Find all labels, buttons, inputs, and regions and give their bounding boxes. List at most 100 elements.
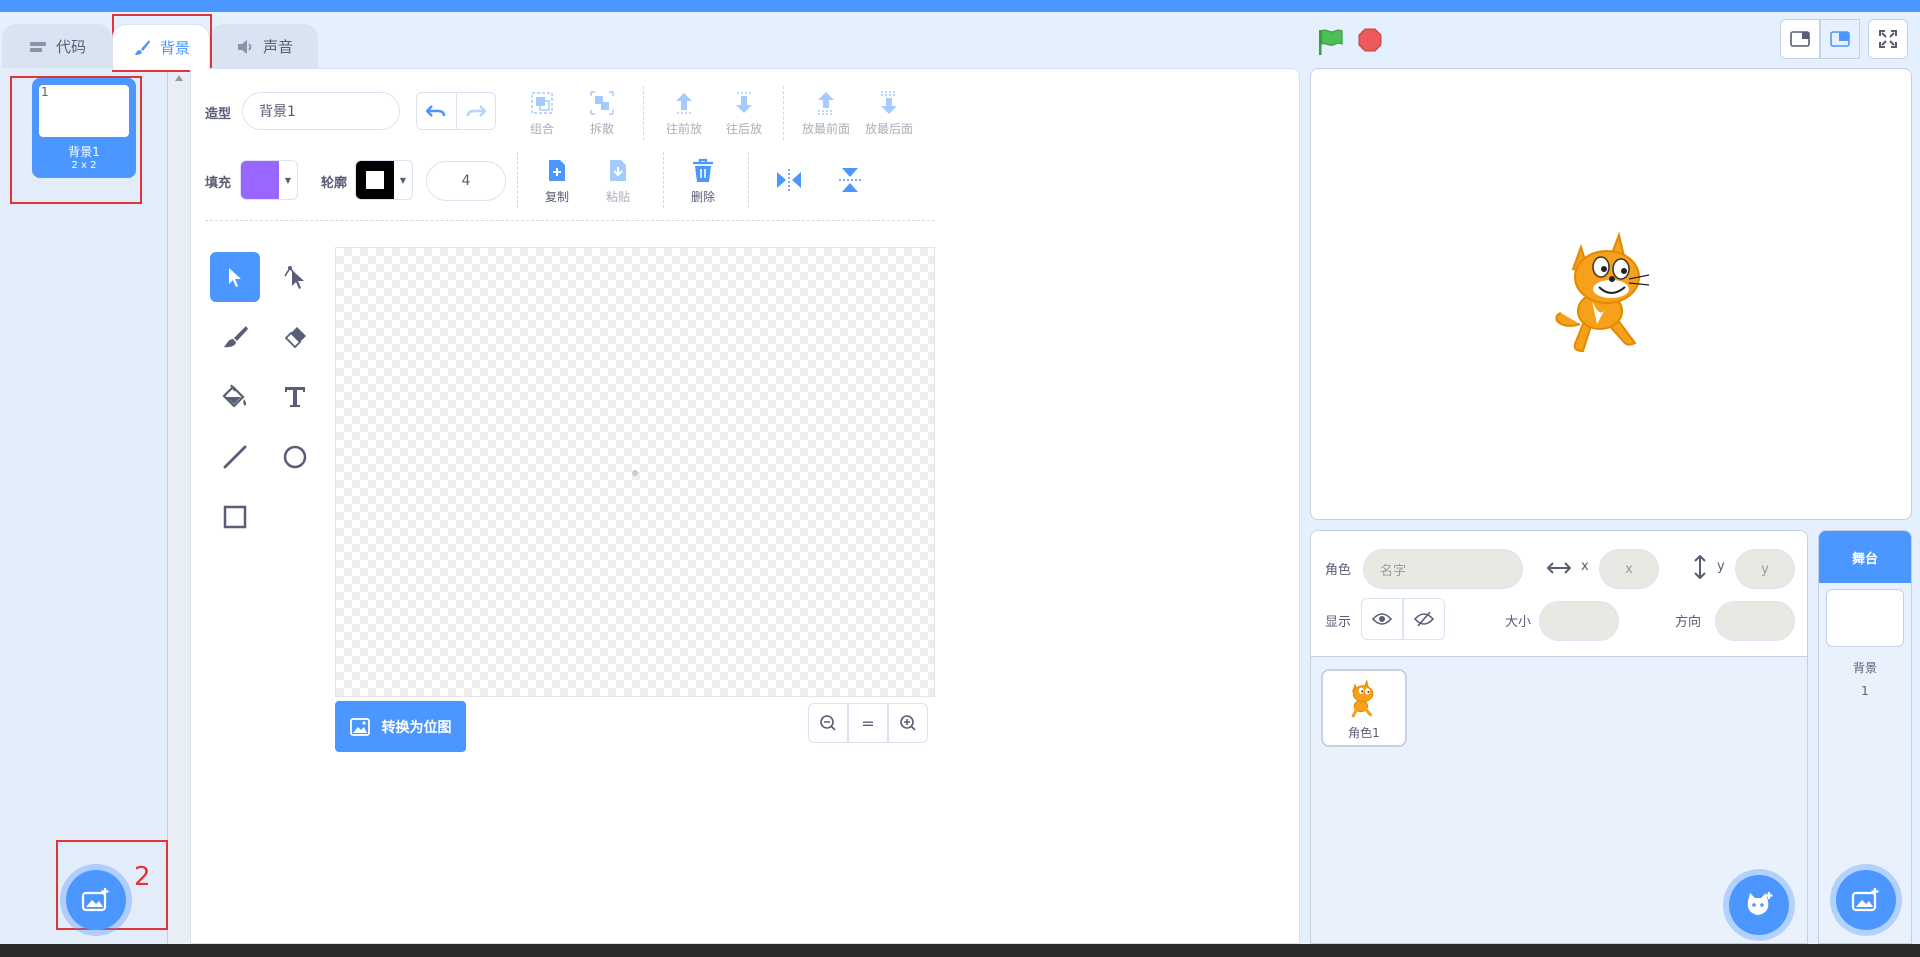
tab-sounds[interactable]: 声音 [210,24,318,68]
visibility-toggle [1361,598,1445,640]
canvas-center-dot [632,470,638,476]
rectangle-tool[interactable] [210,492,260,542]
reshape-icon [284,266,304,289]
toolbar-divider [663,152,664,208]
tab-backdrops-label: 背景 [159,39,190,57]
stage-thumbnail [1826,589,1904,647]
x-input[interactable]: x [1599,549,1659,589]
show-label: 显示 [1325,615,1352,630]
small-stage-icon [1790,31,1810,47]
redo-button[interactable] [457,93,496,129]
normal-stage-button[interactable] [1820,19,1860,59]
show-sprite-button[interactable] [1361,598,1403,640]
normal-stage-icon [1830,31,1850,47]
front-button[interactable]: 放最前面 [794,90,858,137]
tab-sounds-label: 声音 [262,38,293,56]
group-button[interactable]: 组合 [510,90,574,137]
brush-icon [224,326,248,348]
paste-icon [610,160,626,181]
stop-icon[interactable] [1358,28,1382,52]
zoom-out-button[interactable] [808,703,848,743]
add-backdrop-icon [1851,888,1879,912]
flip-vertical-icon [839,168,861,192]
scroll-up-arrow-icon[interactable] [174,74,184,82]
green-flag-icon[interactable] [1316,27,1346,57]
forward-button[interactable]: 往前放 [652,90,716,137]
stage-canvas[interactable] [1310,68,1912,520]
circle-tool[interactable] [270,432,320,482]
direction-label: 方向 [1675,615,1702,630]
zoom-reset-button[interactable]: = [848,703,888,743]
stage-choose-backdrop-button[interactable] [1836,870,1896,930]
select-tool[interactable] [210,252,260,302]
flip-vertical-button[interactable] [818,166,882,194]
sprite-name-input[interactable]: 名字 [1363,549,1523,589]
delete-button[interactable]: 删除 [671,158,735,205]
paint-canvas[interactable] [335,247,935,697]
copy-icon [549,160,565,181]
dropdown-caret-icon: ▼ [284,175,292,185]
add-sprite-cat-icon [1747,892,1773,915]
tab-backdrops[interactable]: 背景 [112,24,210,70]
costume-label: 造型 [205,107,232,122]
zoom-in-button[interactable] [888,703,928,743]
annotation-box-costume [10,76,142,204]
text-tool[interactable] [270,372,320,422]
sprite-tile[interactable]: 角色1 [1321,669,1407,747]
sprite-pane: 角色 名字 x x y y 显示 大小 方向 角色1 [1310,530,1808,944]
image-icon [349,717,370,736]
costume-name-input[interactable]: 背景1 [242,92,400,130]
stage-header: 舞台 [1819,531,1911,583]
line-tool[interactable] [210,432,260,482]
fill-color-swatch [241,161,279,199]
outline-color-picker[interactable]: ▼ [355,160,413,200]
eye-icon [1372,613,1392,625]
circle-icon [283,445,307,469]
brush-tool[interactable] [210,312,260,362]
reshape-tool[interactable] [270,252,320,302]
toolbar-divider [748,152,749,208]
choose-backdrop-button[interactable] [66,870,126,930]
fullscreen-button[interactable] [1868,19,1908,59]
eraser-tool[interactable] [270,312,320,362]
outline-width-input[interactable]: 4 [426,161,506,201]
back-button[interactable]: 放最后面 [857,90,921,137]
fullscreen-icon [1879,30,1897,48]
toolbar-divider [517,152,518,208]
copy-button[interactable]: 复制 [525,158,589,205]
convert-to-bitmap-button[interactable]: 转换为位图 [335,701,466,752]
trash-icon [693,158,713,182]
ungroup-icon [590,91,614,115]
backdrops-count: 1 [1861,684,1869,698]
arrow-up-icon [676,93,692,114]
sprite-label: 角色 [1325,563,1352,578]
size-label: 大小 [1505,615,1532,630]
undo-redo-group [416,92,496,130]
small-stage-button[interactable] [1780,19,1820,59]
undo-button[interactable] [417,93,457,129]
brush-icon [134,39,150,55]
backward-button[interactable]: 往后放 [712,90,776,137]
y-input[interactable]: y [1735,549,1795,589]
choose-sprite-button[interactable] [1729,875,1789,935]
ungroup-button[interactable]: 拆散 [570,90,634,137]
paste-button[interactable]: 粘贴 [586,158,650,205]
horizontal-arrows-icon [1547,562,1571,574]
fill-color-picker[interactable]: ▼ [240,160,298,200]
outline-label: 轮廓 [321,176,348,191]
send-to-back-icon [881,91,897,114]
y-label: y [1717,559,1725,574]
direction-input[interactable] [1715,601,1795,641]
bring-to-front-icon [818,92,834,115]
redo-icon [466,105,486,117]
flip-horizontal-button[interactable] [757,168,821,192]
toolbar-divider [783,86,784,140]
costume-list-scrollbar[interactable] [168,68,190,944]
tab-code[interactable]: 代码 [2,24,112,68]
fill-tool[interactable] [210,372,260,422]
zoom-in-icon [900,715,916,731]
size-input[interactable] [1539,601,1619,641]
toolbar-separator [205,220,935,221]
hide-sprite-button[interactable] [1403,598,1445,640]
cat-sprite-icon [1351,679,1374,718]
